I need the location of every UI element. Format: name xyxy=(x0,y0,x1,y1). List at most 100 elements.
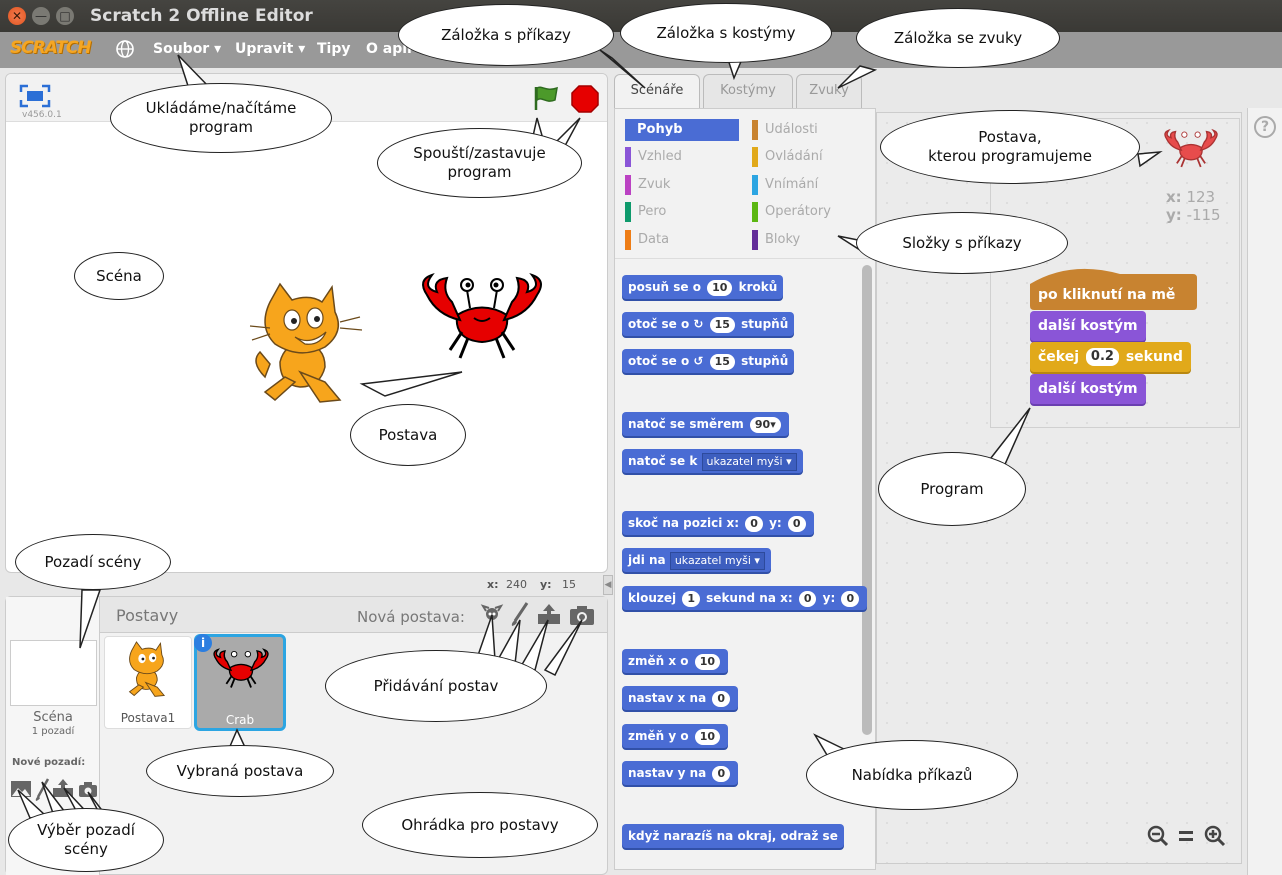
green-flag-icon[interactable] xyxy=(532,84,560,112)
y-label: y: xyxy=(1166,206,1182,224)
callout-run-stop: Spouští/zastavuje program xyxy=(377,128,582,198)
cat-sprite-on-stage[interactable] xyxy=(240,282,370,412)
callout-programmed-sprite: Postava, kterou programujeme xyxy=(880,110,1140,184)
backdrop-camera-icon[interactable] xyxy=(78,781,98,798)
crab-sprite-on-stage[interactable] xyxy=(412,270,552,365)
presentation-mode-icon[interactable] xyxy=(19,84,51,108)
block-dropdown[interactable]: ukazatel myši ▾ xyxy=(669,551,765,570)
info-icon[interactable]: i xyxy=(194,634,212,652)
script-hat-when-clicked[interactable]: po kliknutí na mě xyxy=(1030,280,1183,310)
block-input[interactable]: 0 xyxy=(787,515,806,532)
stage-x-value: 240 xyxy=(506,578,527,591)
category-control[interactable]: Ovládání xyxy=(750,146,864,168)
block-turn-right[interactable]: otoč se o ↻ 15 stupňů xyxy=(622,312,795,336)
menu-tips[interactable]: Tipy xyxy=(317,41,351,57)
stage-x-label: x: xyxy=(487,578,499,591)
maximize-icon[interactable]: □ xyxy=(56,7,74,25)
block-text: nastav y na xyxy=(628,766,707,780)
block-change-y[interactable]: změň y o 10 xyxy=(622,724,729,748)
help-icon[interactable]: ? xyxy=(1254,116,1276,138)
script-wait[interactable]: čekej 0.2 sekund xyxy=(1030,342,1191,372)
category-motion[interactable]: Pohyb xyxy=(625,119,739,141)
block-change-x[interactable]: změň x o 10 xyxy=(622,649,729,673)
category-more-blocks[interactable]: Bloky xyxy=(750,229,864,251)
script-next-costume-2[interactable]: další kostým xyxy=(1030,374,1146,404)
category-pen[interactable]: Pero xyxy=(623,201,737,223)
block-input[interactable]: 0.2 xyxy=(1085,348,1119,366)
block-point-direction[interactable]: natoč se směrem 90▾ xyxy=(622,412,789,436)
sprite-thumbnail-postava1[interactable]: Postava1 xyxy=(104,636,192,729)
block-point-towards[interactable]: natoč se k ukazatel myši ▾ xyxy=(622,449,803,473)
block-input[interactable]: 10 xyxy=(694,653,721,670)
block-goto[interactable]: jdi na ukazatel myši ▾ xyxy=(622,548,771,572)
category-data[interactable]: Data xyxy=(623,229,737,251)
block-input[interactable]: 15 xyxy=(709,353,735,370)
script-next-costume-1[interactable]: další kostým xyxy=(1030,311,1146,341)
block-input[interactable]: 10 xyxy=(707,279,733,296)
block-move-steps[interactable]: posuň se o 10 kroků xyxy=(622,275,784,299)
block-bounce[interactable]: když narazíš na okraj, odraž se xyxy=(622,824,844,848)
zoom-in-icon[interactable] xyxy=(1204,825,1226,847)
menu-file[interactable]: Soubor ▾ xyxy=(153,41,221,57)
zoom-reset-icon[interactable] xyxy=(1177,828,1195,844)
minimize-icon[interactable]: — xyxy=(32,7,50,25)
paint-backdrop-icon[interactable] xyxy=(34,777,50,801)
block-goto-xy[interactable]: skoč na pozici x: 0 y: 0 xyxy=(622,511,814,535)
block-text: sekund na x: xyxy=(706,591,793,605)
backdrop-library-icon[interactable] xyxy=(10,780,32,798)
callout-sounds-tab: Záložka se zvuky xyxy=(856,8,1060,68)
block-text: stupňů xyxy=(741,317,789,331)
category-label: Zvuk xyxy=(638,177,671,192)
block-text: posuň se o xyxy=(628,280,701,294)
block-input[interactable]: 0 xyxy=(841,590,860,607)
block-input[interactable]: 15 xyxy=(709,316,735,333)
sprite-library-icon[interactable] xyxy=(480,603,504,627)
paint-brush-icon[interactable] xyxy=(509,601,531,627)
scratch-logo[interactable]: SCRATCH xyxy=(10,38,92,58)
block-input[interactable]: 0 xyxy=(712,765,731,782)
block-text: natoč se směrem xyxy=(628,417,744,431)
stage-thumbnail[interactable] xyxy=(10,640,97,706)
callout-save-load: Ukládáme/načítáme program xyxy=(110,83,332,153)
upload-backdrop-icon[interactable] xyxy=(52,778,74,798)
block-input[interactable]: 0 xyxy=(745,515,763,532)
block-set-y[interactable]: nastav y na 0 xyxy=(622,761,739,785)
callout-backdrop-choice: Výběr pozadí scény xyxy=(8,808,164,872)
block-text: y: xyxy=(822,591,836,605)
stage-label: Scéna xyxy=(33,710,73,725)
category-looks[interactable]: Vzhled xyxy=(623,146,737,168)
block-text: jdi na xyxy=(628,553,666,567)
block-input[interactable]: 90▾ xyxy=(749,416,781,433)
rotate-left-icon: ↺ xyxy=(693,354,704,368)
category-sound[interactable]: Zvuk xyxy=(623,174,737,196)
category-events[interactable]: Události xyxy=(750,119,864,141)
tab-costumes[interactable]: Kostýmy xyxy=(703,74,793,108)
stop-icon[interactable] xyxy=(571,85,599,113)
tab-scripts[interactable]: Scénáře xyxy=(614,74,700,108)
block-turn-left[interactable]: otoč se o ↺ 15 stupňů xyxy=(622,349,795,373)
callout-sprite: Postava xyxy=(350,404,466,466)
block-text: natoč se k xyxy=(628,454,698,468)
block-text: klouzej xyxy=(628,591,677,605)
block-set-x[interactable]: nastav x na 0 xyxy=(622,686,739,710)
block-input[interactable]: 10 xyxy=(694,728,721,745)
camera-icon[interactable] xyxy=(569,604,595,626)
menu-edit[interactable]: Upravit ▾ xyxy=(235,41,305,57)
block-input[interactable]: 1 xyxy=(682,590,700,607)
category-sensing[interactable]: Vnímání xyxy=(750,174,864,196)
tab-sounds[interactable]: Zvuky xyxy=(796,74,862,108)
callout-selected-sprite: Vybraná postava xyxy=(146,745,334,797)
sprite-name-crab: Crab xyxy=(225,713,255,727)
collapse-stage-handle[interactable]: ◀ xyxy=(603,575,613,595)
upload-sprite-icon[interactable] xyxy=(536,602,562,626)
close-icon[interactable]: ✕ xyxy=(8,7,26,25)
new-sprite-label: Nová postava: xyxy=(357,608,465,626)
block-input[interactable]: 0 xyxy=(798,590,817,607)
block-dropdown[interactable]: ukazatel myši ▾ xyxy=(701,452,797,471)
block-input[interactable]: 0 xyxy=(712,690,731,707)
palette-scrollbar[interactable] xyxy=(862,265,872,735)
block-glide[interactable]: klouzej 1 sekund na x: 0 y: 0 xyxy=(622,586,868,610)
category-operators[interactable]: Operátory xyxy=(750,201,864,223)
zoom-out-icon[interactable] xyxy=(1147,825,1169,847)
globe-icon[interactable] xyxy=(115,39,135,59)
